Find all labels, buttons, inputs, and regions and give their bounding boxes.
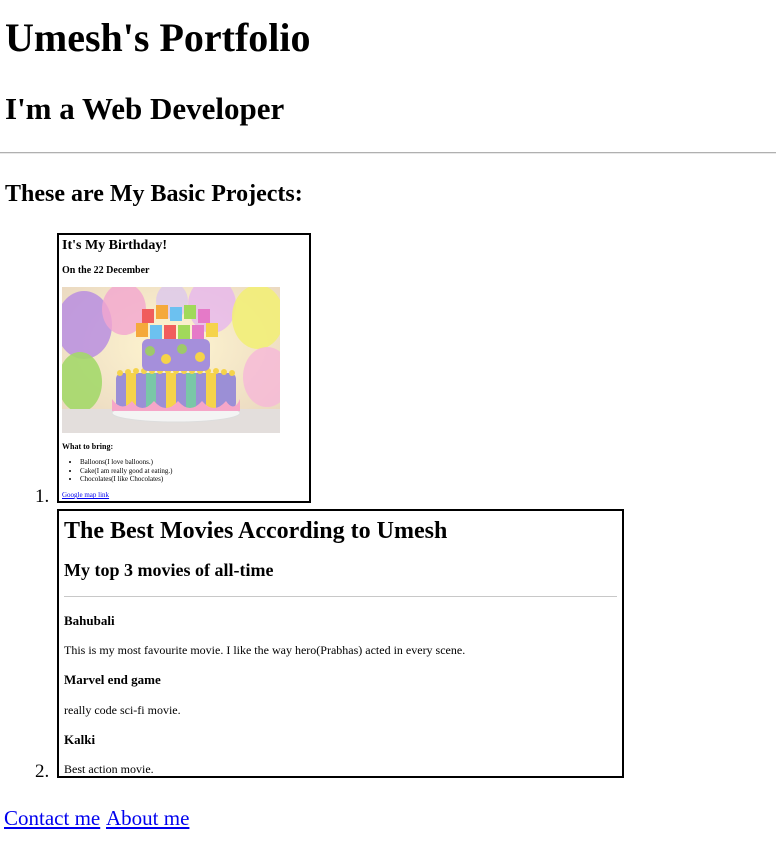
birthday-title: It's My Birthday! xyxy=(62,238,167,253)
list-marker-2: 2. xyxy=(35,761,50,782)
list-marker-1: 1. xyxy=(35,486,50,507)
birthday-cake-image xyxy=(62,287,280,433)
movie-name-2: Marvel end game xyxy=(64,672,161,687)
movies-title: The Best Movies According to Umesh xyxy=(64,518,448,544)
bring-heading: What to bring: xyxy=(62,442,114,451)
birthday-project-frame[interactable]: It's My Birthday! On the 22 December Wha… xyxy=(57,233,311,503)
movie-name-1: Bahubali xyxy=(64,613,115,628)
movies-subtitle: My top 3 movies of all-time xyxy=(64,560,274,580)
bring-list: Balloons(I love balloons.) Cake(I am rea… xyxy=(62,458,173,484)
list-item: Balloons(I love balloons.) xyxy=(80,458,173,467)
projects-heading: These are My Basic Projects: xyxy=(5,181,303,207)
list-item: Chocolates(I like Chocolates) xyxy=(80,475,173,484)
list-item: Cake(I am really good at eating.) xyxy=(80,467,173,476)
page-title: Umesh's Portfolio xyxy=(5,15,311,60)
page-subtitle: I'm a Web Developer xyxy=(5,91,285,126)
movies-divider xyxy=(64,596,617,597)
google-map-link[interactable]: Google map link xyxy=(62,491,109,499)
movie-desc-3: Best action movie. xyxy=(64,762,154,776)
movie-desc-2: really code sci-fi movie. xyxy=(64,703,181,717)
movies-project-frame[interactable]: The Best Movies According to Umesh My to… xyxy=(57,509,624,778)
movie-name-3: Kalki xyxy=(64,732,96,747)
divider xyxy=(0,152,776,154)
about-me-link[interactable]: About me xyxy=(106,806,189,830)
birthday-date: On the 22 December xyxy=(62,265,150,276)
movie-desc-1: This is my most favourite movie. I like … xyxy=(64,643,466,657)
contact-me-link[interactable]: Contact me xyxy=(4,806,100,830)
